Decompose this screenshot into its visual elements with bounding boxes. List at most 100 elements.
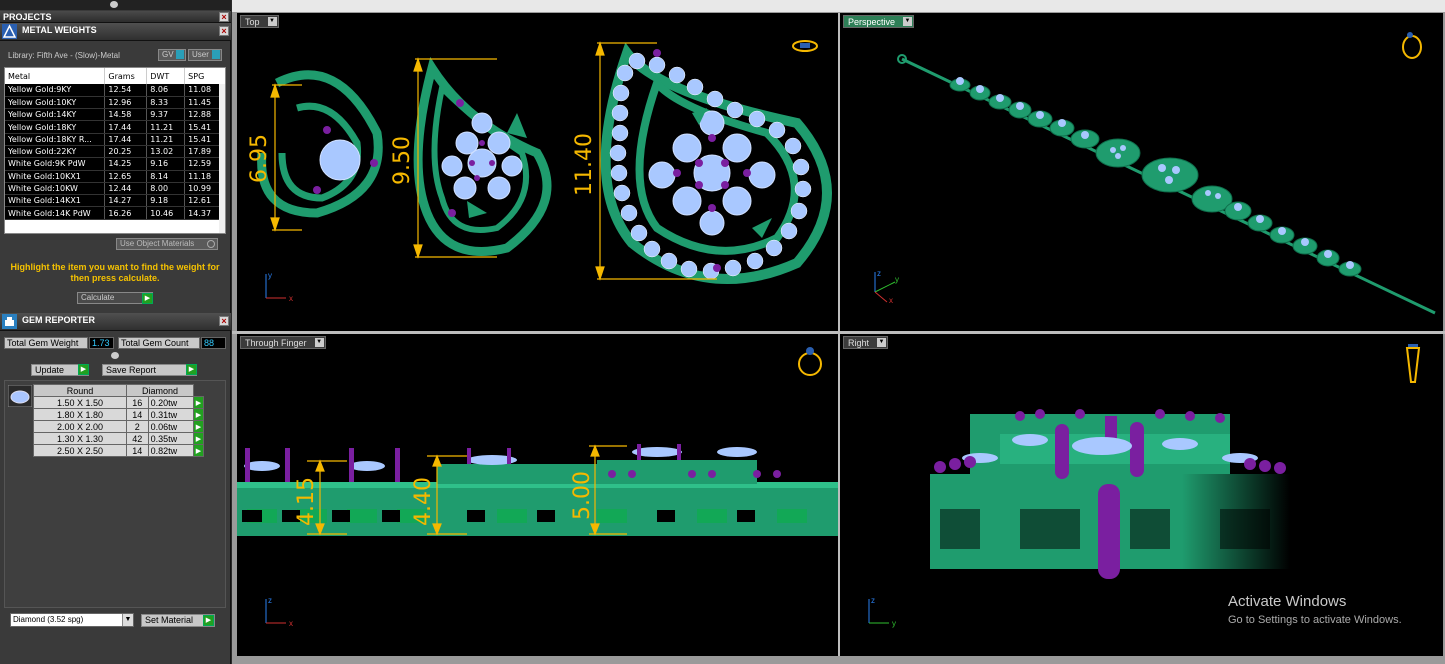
table-row[interactable]: Yellow Gold:14KY 14.58 9.37 12.88 bbox=[5, 108, 225, 122]
viewport-top[interactable]: Top ▼ 6.95 9.50 11.40 y x bbox=[237, 13, 838, 331]
user-toggle[interactable]: User bbox=[188, 49, 222, 61]
close-icon[interactable]: × bbox=[219, 316, 229, 326]
gem-row-arrow-icon[interactable]: ▶ bbox=[193, 444, 204, 457]
axis-gizmo: z y x bbox=[874, 269, 899, 304]
table-cell: 8.00 bbox=[146, 182, 186, 196]
table-row[interactable]: White Gold:10KW 12.44 8.00 10.99 bbox=[5, 182, 225, 196]
dimension-label: 4.40 bbox=[411, 477, 436, 526]
table-cell: 0.20tw bbox=[147, 396, 195, 409]
divider-handle[interactable] bbox=[111, 352, 119, 359]
hint-text: Highlight the item you want to find the … bbox=[10, 262, 220, 283]
table-cell: 1.30 X 1.30 bbox=[33, 432, 127, 445]
dimension-label: 11.40 bbox=[572, 133, 597, 196]
set-material-arrow-icon[interactable]: ▶ bbox=[203, 615, 214, 626]
table-cell: 16.26 bbox=[104, 206, 148, 220]
gem-row-arrow-icon[interactable]: ▶ bbox=[193, 420, 204, 433]
metal-table-header[interactable]: SPG bbox=[184, 68, 225, 84]
dimension-label: 4.15 bbox=[294, 477, 319, 526]
table-row[interactable]: White Gold:9K PdW 14.25 9.16 12.59 bbox=[5, 157, 225, 171]
table-cell: 12.96 bbox=[104, 96, 148, 110]
table-cell: 8.06 bbox=[146, 84, 186, 97]
scrollbar[interactable] bbox=[219, 84, 225, 233]
calculate-label: Calculate bbox=[81, 293, 115, 302]
gem-row-arrow-icon[interactable]: ▶ bbox=[193, 408, 204, 421]
gv-label: GV bbox=[162, 50, 174, 59]
user-label: User bbox=[192, 50, 209, 59]
table-cell: 0.82tw bbox=[147, 444, 195, 457]
table-cell: Yellow Gold:10KY bbox=[5, 96, 106, 110]
library-label: Library: Fifth Ave - (Slow)-Metal bbox=[8, 51, 120, 60]
table-row[interactable]: Yellow Gold:10KY 12.96 8.33 11.45 bbox=[5, 96, 225, 110]
table-cell: 2 bbox=[126, 420, 149, 433]
gem-row-arrow-icon[interactable]: ▶ bbox=[193, 396, 204, 409]
projects-header: PROJECTS × bbox=[0, 11, 231, 23]
table-cell: 14 bbox=[126, 408, 149, 421]
table-cell: Yellow Gold:22KY bbox=[5, 145, 106, 159]
use-object-materials-checkbox[interactable]: Use Object Materials bbox=[116, 238, 218, 250]
table-cell: 9.18 bbox=[146, 194, 186, 208]
metal-table-header[interactable]: Grams bbox=[104, 68, 148, 84]
metal-weights-header: METAL WEIGHTS × bbox=[0, 23, 231, 41]
gv-toggle[interactable]: GV bbox=[158, 49, 186, 61]
table-cell: 0.31tw bbox=[147, 408, 195, 421]
table-row[interactable]: 1.50 X 1.50 16 0.20tw ▶ bbox=[33, 396, 204, 409]
table-row[interactable]: White Gold:14K PdW 16.26 10.46 14.37 bbox=[5, 206, 225, 220]
table-cell: White Gold:9K PdW bbox=[5, 157, 106, 171]
metal-weights-icon bbox=[2, 24, 17, 39]
chevron-down-icon[interactable]: ▼ bbox=[122, 614, 133, 626]
table-cell: 17.44 bbox=[104, 133, 148, 146]
table-cell: 13.02 bbox=[146, 145, 186, 159]
table-cell: 12.54 bbox=[104, 84, 148, 97]
metal-table-header[interactable]: Metal bbox=[5, 68, 106, 84]
left-panel: PROJECTS × METAL WEIGHTS × Library: Fift… bbox=[0, 0, 231, 664]
calculate-arrow-icon[interactable]: ▶ bbox=[142, 293, 153, 304]
watermark-line2: Go to Settings to activate Windows. bbox=[1228, 614, 1402, 626]
ring-top-icon[interactable] bbox=[792, 40, 818, 52]
ring-side-icon[interactable] bbox=[1405, 344, 1421, 383]
table-cell: 2.50 X 2.50 bbox=[33, 444, 127, 457]
table-row[interactable]: Yellow Gold:9KY 12.54 8.06 11.08 bbox=[5, 84, 225, 97]
total-gem-weight-value: 1.73 bbox=[89, 337, 114, 349]
update-arrow-icon[interactable]: ▶ bbox=[78, 364, 89, 375]
close-icon[interactable]: × bbox=[219, 12, 229, 22]
table-row[interactable]: Yellow Gold:18KY 17.44 11.21 15.41 bbox=[5, 120, 225, 134]
table-row[interactable]: 2.00 X 2.00 2 0.06tw ▶ bbox=[33, 420, 204, 433]
viewport-through-finger[interactable]: Through Finger ▼ 4.15 4.40 5.00 zx bbox=[237, 334, 838, 656]
collapse-handle[interactable] bbox=[110, 1, 118, 8]
ring-front-icon[interactable] bbox=[798, 347, 822, 376]
svg-text:y: y bbox=[268, 271, 272, 280]
gem-reporter-icon bbox=[2, 314, 17, 329]
metal-table-header[interactable]: DWT bbox=[146, 68, 186, 84]
table-row[interactable]: 2.50 X 2.50 14 0.82tw ▶ bbox=[33, 444, 204, 457]
viewport-perspective[interactable]: Perspective ▼ zyx bbox=[840, 13, 1443, 331]
table-row[interactable]: White Gold:14KX1 14.27 9.18 12.61 bbox=[5, 194, 225, 208]
table-cell: Yellow Gold:14KY bbox=[5, 108, 106, 122]
total-gem-weight-label: Total Gem Weight bbox=[4, 337, 88, 349]
svg-text:y: y bbox=[892, 619, 896, 628]
ring-perspective-icon[interactable] bbox=[1402, 32, 1422, 59]
table-cell: 17.44 bbox=[104, 120, 148, 134]
table-cell: White Gold:14K PdW bbox=[5, 206, 106, 220]
vertical-splitter[interactable] bbox=[838, 13, 840, 656]
table-row[interactable]: 1.30 X 1.30 42 0.35tw ▶ bbox=[33, 432, 204, 445]
material-select-value: Diamond (3.52 spg) bbox=[13, 615, 84, 624]
svg-text:x: x bbox=[889, 296, 893, 304]
close-icon[interactable]: × bbox=[219, 26, 229, 36]
table-cell: 1.80 X 1.80 bbox=[33, 408, 127, 421]
save-report-arrow-icon[interactable]: ▶ bbox=[186, 364, 197, 375]
save-report-button[interactable]: Save Report bbox=[102, 364, 197, 376]
table-cell: 0.35tw bbox=[147, 432, 195, 445]
table-cell: White Gold:10KX1 bbox=[5, 170, 106, 183]
save-report-label: Save Report bbox=[106, 365, 157, 375]
gem-reporter-header: GEM REPORTER × bbox=[0, 313, 231, 331]
table-row[interactable]: White Gold:10KX1 12.65 8.14 11.18 bbox=[5, 170, 225, 183]
set-material-label: Set Material bbox=[145, 615, 194, 625]
perspective-view-render bbox=[897, 32, 1436, 315]
top-strip bbox=[0, 0, 231, 10]
material-select[interactable]: Diamond (3.52 spg) ▼ bbox=[10, 613, 134, 627]
table-row[interactable]: 1.80 X 1.80 14 0.31tw ▶ bbox=[33, 408, 204, 421]
table-row[interactable]: Yellow Gold:22KY 20.25 13.02 17.89 bbox=[5, 145, 225, 159]
gem-row-arrow-icon[interactable]: ▶ bbox=[193, 432, 204, 445]
table-cell: 9.16 bbox=[146, 157, 186, 171]
table-row[interactable]: Yellow Gold:18KY R... 17.44 11.21 15.41 bbox=[5, 133, 225, 146]
